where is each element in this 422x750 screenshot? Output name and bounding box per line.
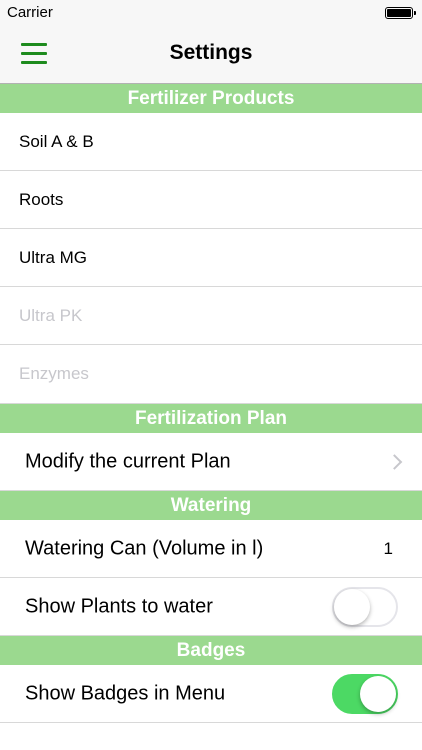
list-item-label: Ultra PK [19,305,83,325]
navigation-bar: Settings [0,27,422,84]
section-header-plan: Fertilization Plan [0,404,422,433]
battery-icon [385,7,416,19]
list-item-label: Soil A & B [19,131,94,151]
section-header-watering: Watering [0,491,422,520]
fertilizer-item-ultra-mg[interactable]: Ultra MG [0,229,422,287]
fertilizer-item-soil[interactable]: Soil A & B [0,113,422,171]
show-plants-label: Show Plants to water [25,595,213,617]
watering-can-value[interactable]: 1 [384,539,393,559]
fertilizer-item-ultra-pk[interactable]: Ultra PK [0,287,422,345]
list-item-label: Ultra MG [19,247,87,267]
modify-plan-row[interactable]: Modify the current Plan [0,433,422,491]
show-plants-row: Show Plants to water [0,578,422,636]
status-bar: Carrier [0,0,422,27]
watering-can-row[interactable]: Watering Can (Volume in l) 1 [0,520,422,578]
show-badges-row: Show Badges in Menu [0,665,422,723]
section-header-badges: Badges [0,636,422,665]
fertilizer-item-roots[interactable]: Roots [0,171,422,229]
list-item-label: Enzymes [19,364,89,383]
section-header-fertilizer: Fertilizer Products [0,84,422,113]
show-badges-label: Show Badges in Menu [25,682,226,704]
modify-plan-label: Modify the current Plan [25,450,231,472]
page-title: Settings [169,41,253,64]
watering-can-label: Watering Can (Volume in l) [25,537,264,559]
list-item-label: Roots [19,189,64,209]
carrier-label: Carrier [7,4,53,21]
chevron-right-icon [386,453,403,470]
show-badges-toggle[interactable] [332,673,398,714]
show-plants-toggle[interactable] [332,586,398,627]
settings-list: Fertilizer Products Soil A & B Roots Ult… [0,84,422,723]
fertilizer-item-enzymes[interactable]: Enzymes [0,345,422,404]
